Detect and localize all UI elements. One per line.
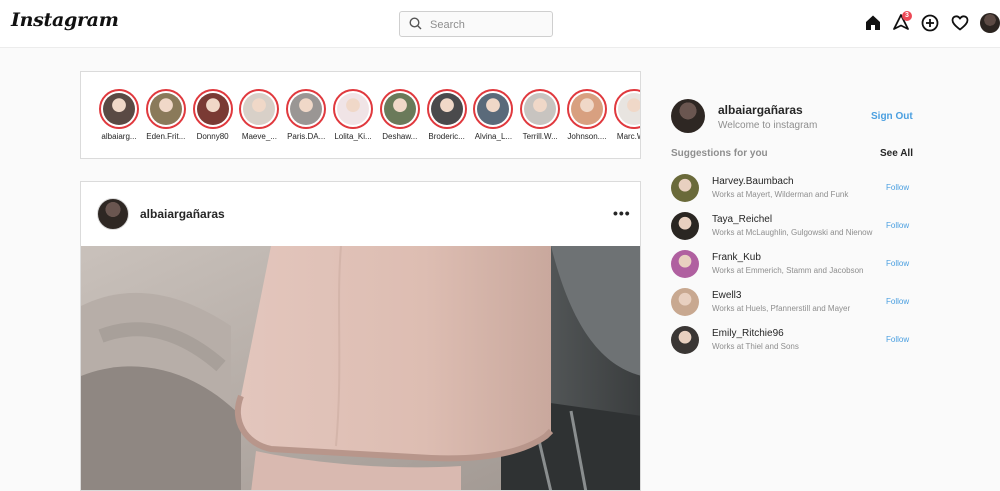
suggestion-username[interactable]: Ewell3 [712,290,741,301]
follow-button[interactable]: Follow [886,259,909,268]
suggestion-avatar[interactable] [671,326,699,354]
suggestion-item: Emily_Ritchie96 Works at Thiel and Sons Fo… [671,326,931,358]
follow-button[interactable]: Follow [886,221,909,230]
story-ring[interactable] [473,89,514,129]
story-ring[interactable] [145,89,186,129]
story-username: Paris.DA... [287,132,326,141]
suggestion-subtitle: Works at McLaughlin, Gulgowski and Nieno… [712,228,873,237]
story-ring[interactable] [333,89,373,129]
suggestion-subtitle: Works at Emmerich, Stamm and Jacobson [712,266,864,275]
story-avatar [383,93,416,125]
story-username: Alvina_L... [474,132,513,141]
story-avatar [243,93,276,125]
story-avatar [524,93,557,125]
story-ring[interactable] [520,89,561,129]
suggestion-subtitle: Works at Mayert, Wilderman and Funk [712,190,849,199]
more-options-icon[interactable]: ••• [613,205,631,221]
suggestions-title: Suggestions for you [671,148,768,159]
profile-avatar[interactable] [980,13,1000,33]
story-username: Johnson.... [567,132,607,141]
story-username: Donny80 [196,132,229,141]
post-author-avatar[interactable] [97,198,129,230]
story-avatar [477,93,510,125]
heart-icon[interactable] [950,13,970,33]
post-image[interactable] [81,246,640,490]
post-username[interactable]: albaiargañaras [140,207,225,221]
post-card: albaiargañaras ••• [80,181,641,491]
welcome-text: Welcome to instagram [718,120,818,131]
story-ring[interactable] [567,89,607,129]
sign-out-button[interactable]: Sign Out [871,111,913,122]
story-avatar [337,93,369,125]
story-avatar [290,93,323,125]
suggestion-avatar[interactable] [671,250,699,278]
see-all-link[interactable]: See All [880,148,913,159]
search-input[interactable] [428,15,550,35]
suggestion-username[interactable]: Emily_Ritchie96 [712,328,784,339]
story-avatar [196,93,229,125]
story-avatar [430,93,463,125]
story-username: Eden.Frit... [146,132,186,141]
current-user-avatar[interactable] [671,99,705,133]
suggestion-username[interactable]: Frank_Kub [712,252,761,263]
search-icon [409,17,422,30]
follow-button[interactable]: Follow [886,183,909,192]
story-ring[interactable] [426,89,467,129]
suggestion-avatar[interactable] [671,174,699,202]
suggestion-avatar[interactable] [671,288,699,316]
story-avatar [149,93,182,125]
story-avatar [571,93,603,125]
follow-button[interactable]: Follow [886,297,909,306]
suggestion-item: Taya_Reichel Works at McLaughlin, Gulgows… [671,212,931,244]
story-ring[interactable] [239,89,280,129]
suggestion-subtitle: Works at Thiel and Sons [712,342,799,351]
suggestion-item: Ewell3 Works at Huels, Pfannerstill and M… [671,288,931,320]
story-ring[interactable] [99,89,139,129]
search-box[interactable] [399,11,553,37]
current-username[interactable]: albaiargañaras [718,103,803,117]
suggestion-username[interactable]: Harvey.Baumbach [712,176,794,187]
suggestion-avatar[interactable] [671,212,699,240]
suggestion-item: Frank_Kub Works at Emmerich, Stamm and Ja… [671,250,931,282]
story-username: Maeve_... [241,132,277,141]
story-username: Broderic... [428,132,465,141]
story-ring[interactable] [192,89,233,129]
story-avatar [617,93,640,125]
instagram-logo[interactable]: Instagram [11,9,119,31]
story-ring[interactable] [286,89,327,129]
story-username: albaiarg... [101,132,137,141]
story-ring[interactable] [613,89,640,129]
story-username: Lolita_Ki... [334,132,372,141]
story-username: Terrill.W... [522,132,558,141]
top-nav-bar: Instagram 3 [0,0,1000,48]
suggestion-username[interactable]: Taya_Reichel [712,214,772,225]
story-avatar [103,93,135,125]
suggestion-item: Harvey.Baumbach Works at Mayert, Wilderma… [671,174,931,206]
stories-bar: albaiarg... Eden.Frit... Donny80 Maeve_... P… [80,71,641,159]
story-username: Marc.W... [616,132,640,141]
home-icon[interactable] [863,13,883,33]
notification-badge: 3 [902,11,912,21]
add-post-icon[interactable] [920,13,940,33]
story-ring[interactable] [379,89,420,129]
follow-button[interactable]: Follow [886,335,909,344]
post-photo [81,246,640,490]
story-username: Deshaw... [382,132,418,141]
suggestion-subtitle: Works at Huels, Pfannerstill and Mayer [712,304,851,313]
